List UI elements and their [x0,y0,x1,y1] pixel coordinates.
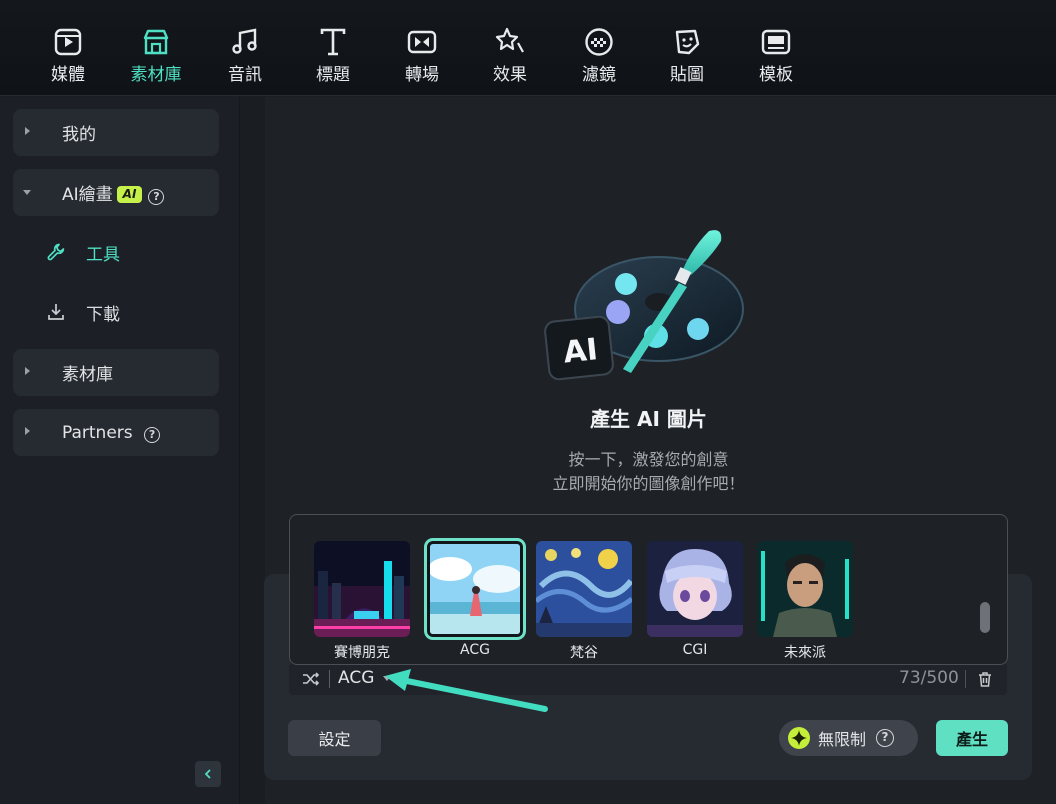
unlimited-button[interactable]: 無限制 ? [779,720,918,756]
acg-thumbnail [424,538,526,640]
char-counter: 73/500 [899,668,959,688]
help-icon[interactable]: ? [148,189,165,205]
toolbar-transitions[interactable]: 轉場 [382,26,462,88]
cgi-thumbnail [647,541,743,637]
sidebar-item-label: 素材庫 [62,365,113,385]
description-line-2: 立即開始你的圖像創作吧！ [552,474,745,493]
sidebar-subitem-label: 下載 [86,304,120,325]
sticker-icon [675,29,700,55]
sidebar-item-label: Partners [62,422,133,443]
sidebar-item-label-wrap: Partners ? [62,422,161,443]
toolbar-label: 素材庫 [130,65,182,85]
toolbar-templates[interactable]: 模板 [736,26,816,88]
shuffle-icon[interactable] [302,671,320,687]
wrench-icon [47,243,65,261]
divider [965,670,966,688]
ai-badge: AI [116,186,143,203]
unlimited-label: 無限制 [818,730,867,749]
music-icon [232,28,257,54]
style-option-cgi[interactable]: CGI [647,541,743,658]
sidebar-item-label: AI繪畫 [62,185,113,205]
expand-arrow-icon [25,427,30,435]
description-line-1: 按一下，激發您的創意 [568,450,729,469]
style-option-acg[interactable]: ACG [424,538,526,658]
sidebar: 我的 AI繪畫 AI? 工具 下載 素材庫 Partners ? [0,97,240,804]
style-label: 未來派 [784,645,826,661]
media-icon [54,28,82,56]
toolbar-audio[interactable]: 音訊 [205,26,285,88]
chevron-left-icon [204,769,211,779]
download-icon [48,304,64,320]
template-icon [761,29,791,55]
van-gogh-thumbnail [536,541,632,637]
sidebar-item-label-wrap: AI繪畫 AI? [62,180,165,205]
collapse-sidebar-button[interactable] [195,761,221,787]
style-label: 賽博朋克 [334,645,390,661]
expand-arrow-icon [25,367,30,375]
style-option-futurism[interactable]: 未來派 [757,541,853,662]
toolbar-label: 濾鏡 [582,65,616,85]
stock-icon [143,29,169,55]
settings-button[interactable]: 設定 [288,720,381,756]
expand-arrow-icon [25,127,30,135]
filter-icon [585,28,613,56]
toolbar-stickers[interactable]: 貼圖 [647,26,727,88]
toolbar-filters[interactable]: 濾鏡 [559,26,639,88]
style-option-cyberpunk[interactable]: 賽博朋克 [314,541,410,662]
cyberpunk-thumbnail [314,541,410,637]
effects-icon [495,27,524,53]
toolbar-label: 效果 [493,65,527,85]
trash-icon[interactable] [977,671,993,688]
transition-icon [407,30,437,54]
style-select[interactable]: ACG [338,668,374,688]
help-icon[interactable]: ? [876,729,895,747]
toolbar-label: 音訊 [228,65,262,85]
title-icon [320,28,346,56]
sidebar-subitem-tools[interactable]: 工具 [46,240,120,265]
toolbar-effects[interactable]: 效果 [470,26,550,88]
sidebar-item-partners[interactable]: Partners ? [13,409,219,456]
toolbar-label: 轉場 [405,65,439,85]
sidebar-subitem-download[interactable]: 下載 [46,300,120,325]
futurism-thumbnail [757,541,853,637]
hero-badge-text: AI [562,332,600,370]
collapse-arrow-icon [23,190,31,195]
style-label: CGI [682,642,708,658]
pointer-arrow-annotation [385,669,548,712]
sidebar-item-label: 我的 [62,125,96,145]
toolbar-label: 貼圖 [670,65,704,85]
style-picker-popup: 賽博朋克 ACG 梵谷 CGI 未來派 [289,514,1008,665]
style-label: ACG [460,642,490,658]
help-icon[interactable]: ? [144,426,161,443]
toolbar-label: 媒體 [51,65,85,85]
top-toolbar: 媒體 素材庫 音訊 標題 轉場 效果 濾鏡 貼圖 模板 [0,0,1056,96]
generate-button[interactable]: 產生 [936,720,1008,756]
style-label: 梵谷 [570,645,598,661]
style-option-van-gogh[interactable]: 梵谷 [536,541,632,662]
sparkle-icon [788,727,810,749]
divider [329,670,330,688]
sidebar-item-mine[interactable]: 我的 [13,109,219,156]
scrollbar-thumb[interactable] [980,602,990,633]
toolbar-label: 標題 [316,65,350,85]
sidebar-item-ai-painting[interactable]: AI繪畫 AI? [13,169,219,216]
main-panel: AI 產生 AI 圖片 按一下，激發您的創意 立即開始你的圖像創作吧！ ACG … [241,97,1056,804]
toolbar-media[interactable]: 媒體 [28,26,108,88]
ai-palette-illustration: AI [544,230,744,381]
toolbar-titles[interactable]: 標題 [293,26,373,88]
toolbar-label: 模板 [759,65,793,85]
sidebar-subitem-label: 工具 [86,244,120,265]
page-title: 產生 AI 圖片 [590,407,707,431]
sidebar-item-library[interactable]: 素材庫 [13,349,219,396]
toolbar-stock[interactable]: 素材庫 [116,26,196,88]
